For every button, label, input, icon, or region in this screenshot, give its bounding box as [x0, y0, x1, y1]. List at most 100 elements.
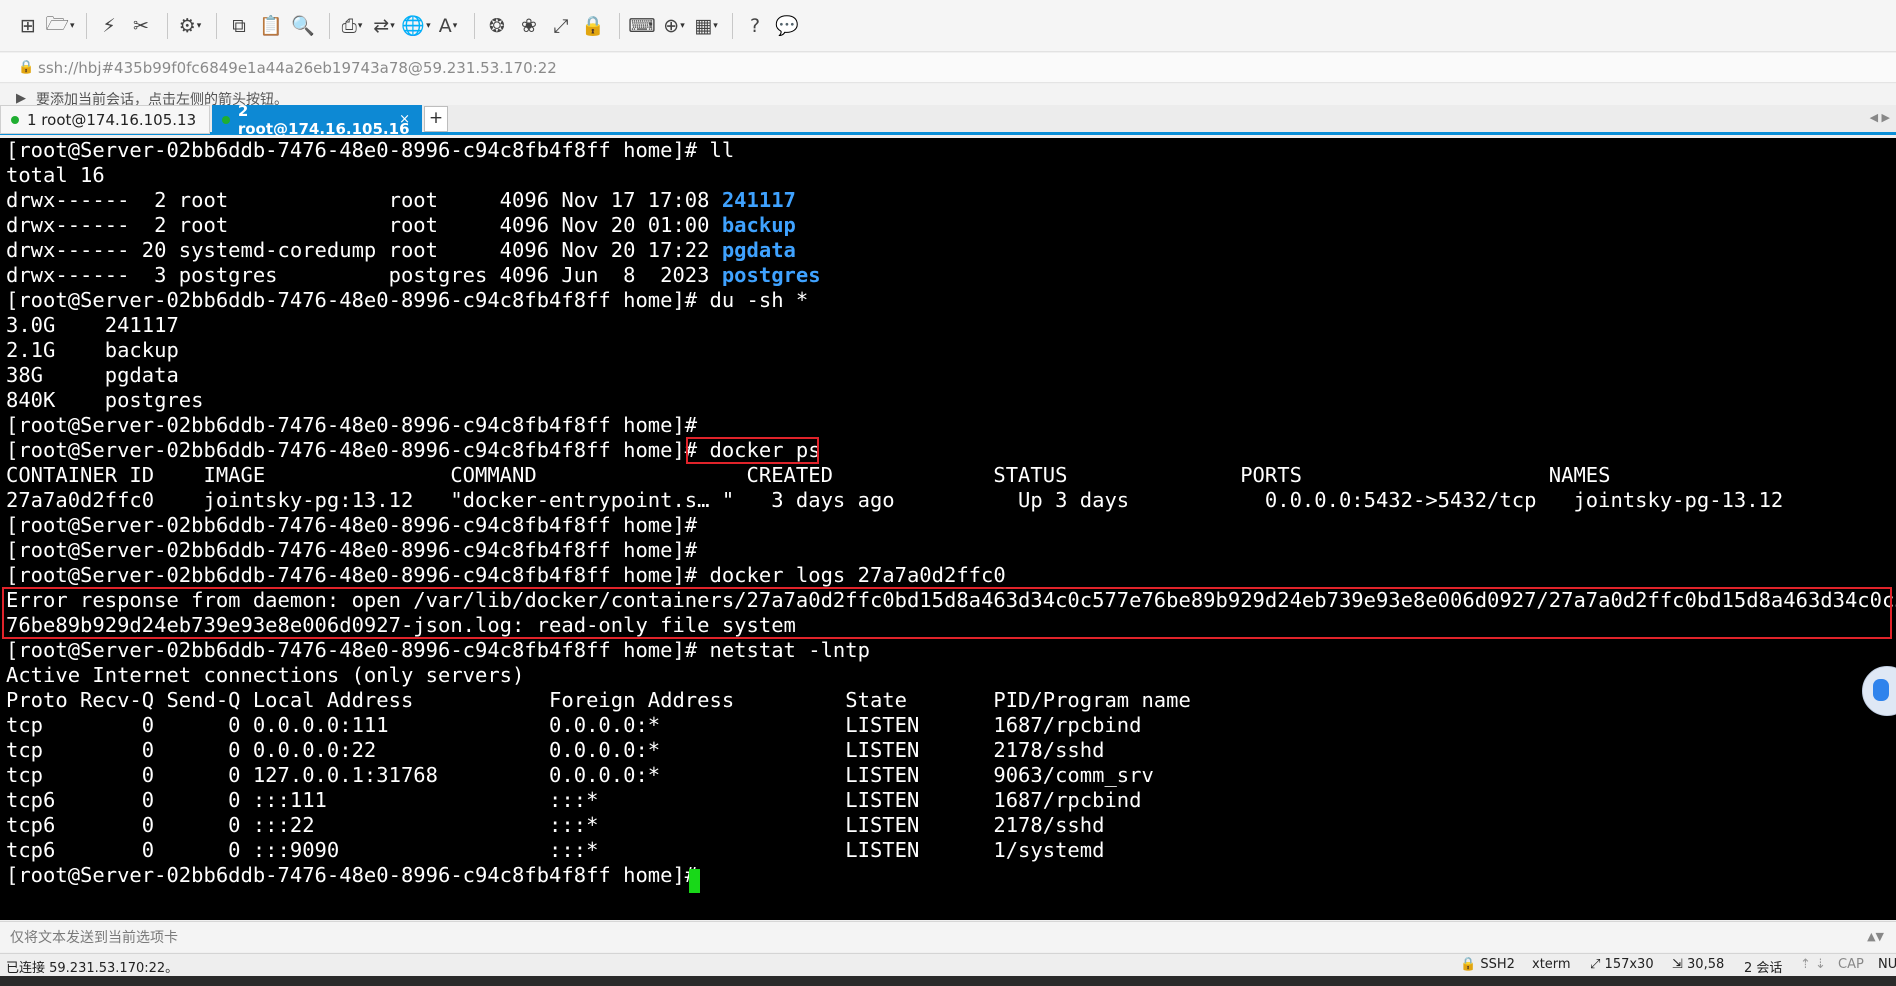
terminal-line: [root@Server-02bb6ddb-7476-48e0-8996-c94…: [6, 538, 698, 562]
connected-dot-icon: [222, 115, 230, 124]
terminal-line: tcp 0 0 0.0.0.0:111 0.0.0.0:* LISTEN 168…: [6, 713, 1142, 737]
tab-session-1[interactable]: 1 root@174.16.105.13: [0, 105, 210, 134]
toolbar-divider: [86, 12, 87, 39]
status-bar: 已连接 59.231.53.170:22。 🔒 SSH2 xterm ⤢ 157…: [0, 953, 1896, 976]
cursor-pos-status: ⇲ 30,58: [1672, 957, 1725, 972]
compose-scroll-icon[interactable]: ▲▼: [1867, 930, 1884, 943]
error-highlight: [2, 587, 1892, 639]
terminal-line: [root@Server-02bb6ddb-7476-48e0-8996-c94…: [6, 288, 809, 312]
terminal-line: [root@Server-02bb6ddb-7476-48e0-8996-c94…: [6, 513, 698, 537]
print-icon[interactable]: ⎙ ▾: [338, 11, 366, 41]
find-icon[interactable]: 🔍: [289, 11, 317, 41]
xftp-icon[interactable]: ❂: [483, 11, 511, 41]
add-tab-button[interactable]: +: [424, 106, 448, 132]
font-icon[interactable]: A ▾: [434, 11, 462, 41]
caps-lock-status: CAP: [1838, 957, 1864, 972]
terminal-line: 27a7a0d2ffc0 jointsky-pg:13.12 "docker-e…: [6, 488, 1784, 512]
protocol-label: SSH2: [1480, 957, 1515, 972]
lock-icon[interactable]: 🔒: [579, 11, 607, 41]
tab-close-icon[interactable]: ×: [399, 112, 410, 127]
terminal-line: tcp6 0 0 :::22 :::* LISTEN 2178/sshd: [6, 813, 1105, 837]
toolbar: ⊞ 🗁 ▾ ⚡ ✂ ⚙ ▾ ⧉ 📋 🔍 ⎙ ▾ ⇄ ▾ 🌐 ▾ A ▾ ❂ ❀ ⤢ 🔒 ⌨ …: [0, 0, 1896, 52]
tab-label: 1 root@174.16.105.13: [27, 110, 197, 129]
protocol-status: 🔒 SSH2: [1460, 957, 1515, 972]
ls-entry-meta: drwx------ 2 root root 4096 Nov 20 01:00: [6, 213, 722, 237]
help-icon[interactable]: ?: [741, 11, 769, 41]
terminal-output[interactable]: [root@Server-02bb6ddb-7476-48e0-8996-c94…: [0, 138, 1896, 920]
terminal-line: 3.0G 241117: [6, 313, 179, 337]
toolbar-divider: [216, 12, 217, 39]
terminal-line: Proto Recv-Q Send-Q Local Address Foreig…: [6, 688, 1191, 712]
terminal-line: [root@Server-02bb6ddb-7476-48e0-8996-c94…: [6, 413, 698, 437]
compose-bar[interactable]: 仅将文本发送到当前选项卡 ▲▼: [0, 921, 1896, 952]
cursor-pos-label: 30,58: [1687, 957, 1725, 972]
terminal-line: tcp6 0 0 :::111 :::* LISTEN 1687/rpcbind: [6, 788, 1142, 812]
ls-entry-meta: drwx------ 20 systemd-coredump root 4096…: [6, 238, 722, 262]
tab-session-2[interactable]: 2 root@174.16.105.16 ×: [212, 102, 422, 138]
ls-entry-meta: drwx------ 3 postgres postgres 4096 Jun …: [6, 263, 722, 287]
ls-entry-meta: drwx------ 2 root root 4096 Nov 17 17:08: [6, 188, 722, 212]
tab-scroll-arrows-icon[interactable]: ◀ ▶: [1870, 111, 1890, 124]
num-lock-status: NUM: [1878, 957, 1896, 972]
terminal-line: drwx------ 20 systemd-coredump root 4096…: [6, 238, 796, 263]
connect-icon[interactable]: ⚡: [95, 11, 123, 41]
session-arrow-icon[interactable]: ▶: [16, 91, 36, 106]
tab-label: 2 root@174.16.105.16: [237, 101, 410, 138]
transfer-icon[interactable]: ⇄ ▾: [370, 11, 398, 41]
fullscreen-icon[interactable]: ⤢: [547, 11, 575, 41]
terminal-line: drwx------ 2 root root 4096 Nov 20 01:00…: [6, 213, 796, 238]
properties-icon[interactable]: ⚙ ▾: [176, 11, 204, 41]
dir-name: 241117: [721, 188, 796, 212]
terminal-line: [root@Server-02bb6ddb-7476-48e0-8996-c94…: [6, 863, 710, 887]
copy-icon[interactable]: ⧉: [225, 11, 253, 41]
terminal-line: drwx------ 3 postgres postgres 4096 Jun …: [6, 263, 821, 288]
floating-assistant-button[interactable]: [1862, 666, 1896, 716]
address-bar[interactable]: 🔒 ssh://hbj#435b99f0fc6849e1a44a26eb1974…: [0, 53, 1896, 83]
tab-bar: 1 root@174.16.105.13 2 root@174.16.105.1…: [0, 102, 1896, 138]
terminal-type-status: xterm: [1532, 957, 1571, 972]
new-tab-icon[interactable]: ⊕ ▾: [660, 11, 688, 41]
terminal-line: [root@Server-02bb6ddb-7476-48e0-8996-c94…: [6, 638, 870, 662]
compose-placeholder: 仅将文本发送到当前选项卡: [10, 930, 178, 946]
toolbar-divider: [732, 12, 733, 39]
connection-status: 已连接 59.231.53.170:22。: [6, 961, 179, 976]
terminal-line: [root@Server-02bb6ddb-7476-48e0-8996-c94…: [6, 138, 735, 162]
terminal-line: 840K postgres: [6, 388, 204, 412]
sessions-status: 2 会话: [1744, 961, 1783, 976]
dir-name: backup: [721, 213, 796, 237]
mouse-icon: [1873, 679, 1889, 701]
terminal-line: 38G pgdata: [6, 363, 179, 387]
terminal-line: CONTAINER ID IMAGE COMMAND CREATED STATU…: [6, 463, 1611, 487]
script-icon[interactable]: ❀: [515, 11, 543, 41]
terminal-line: [root@Server-02bb6ddb-7476-48e0-8996-c94…: [6, 563, 1006, 587]
terminal-line: tcp6 0 0 :::9090 :::* LISTEN 1/systemd: [6, 838, 1105, 862]
docker-ps-highlight: [686, 437, 819, 464]
terminal-size-label: 157x30: [1604, 957, 1654, 972]
paste-icon[interactable]: 📋: [257, 11, 285, 41]
dir-name: pgdata: [721, 238, 796, 262]
terminal-line: tcp 0 0 0.0.0.0:22 0.0.0.0:* LISTEN 2178…: [6, 738, 1105, 762]
toolbar-divider: [329, 12, 330, 39]
toolbar-divider: [474, 12, 475, 39]
disconnect-icon[interactable]: ✂: [127, 11, 155, 41]
toolbar-divider: [167, 12, 168, 39]
taskbar-edge: [0, 976, 1896, 986]
lock-icon: 🔒: [18, 60, 35, 75]
terminal-cursor: [689, 869, 700, 893]
globe-icon[interactable]: 🌐 ▾: [401, 11, 430, 41]
terminal-line: Active Internet connections (only server…: [6, 663, 525, 687]
transfer-arrows-icon: ⇡ ⇣: [1800, 957, 1826, 972]
dir-name: postgres: [721, 263, 821, 287]
keyboard-icon[interactable]: ⌨: [628, 11, 656, 41]
address-text: ssh://hbj#435b99f0fc6849e1a44a26eb19743a…: [38, 58, 557, 77]
terminal-line: total 16: [6, 163, 105, 187]
chat-icon[interactable]: 💬: [773, 11, 801, 41]
connected-dot-icon: [11, 115, 19, 124]
toolbar-divider: [619, 12, 620, 39]
open-folder-icon[interactable]: 🗁 ▾: [45, 11, 74, 41]
layout-icon[interactable]: ▦ ▾: [692, 11, 720, 41]
new-session-icon[interactable]: ⊞: [14, 11, 42, 41]
terminal-size-status: ⤢ 157x30: [1590, 957, 1654, 972]
terminal-line: 2.1G backup: [6, 338, 179, 362]
terminal-line: drwx------ 2 root root 4096 Nov 17 17:08…: [6, 188, 796, 213]
